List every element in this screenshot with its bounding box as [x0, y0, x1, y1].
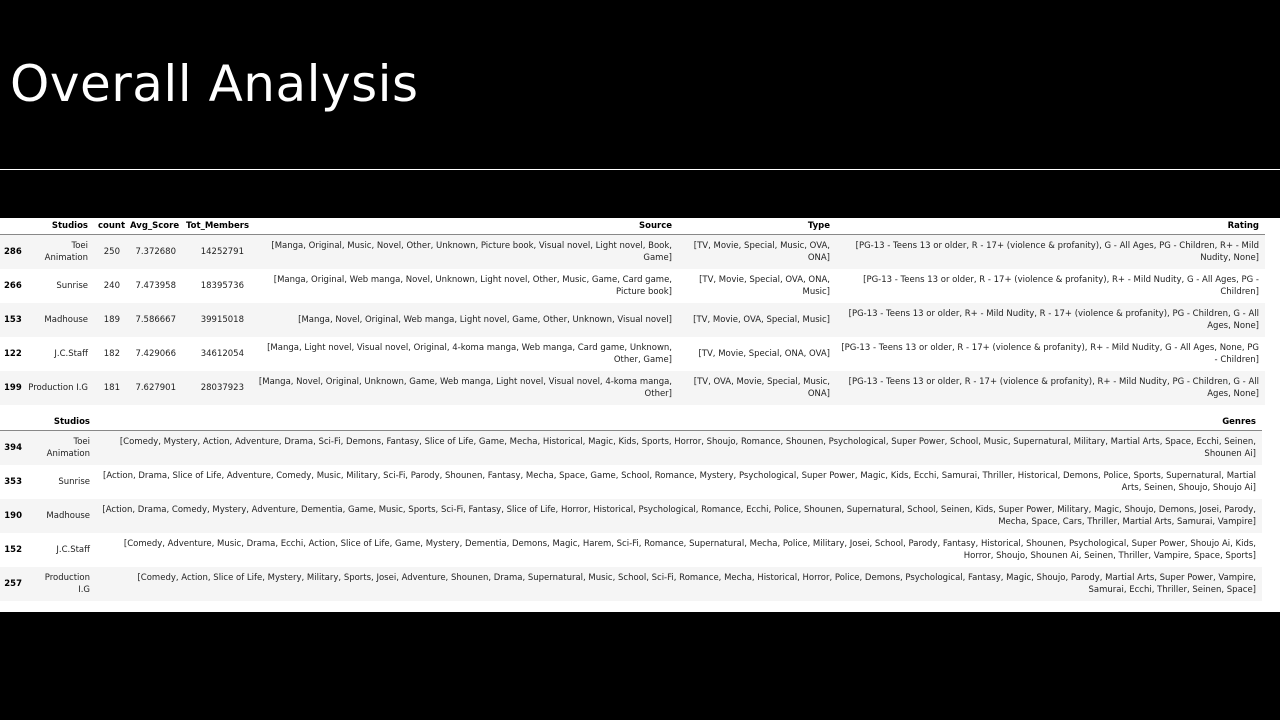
table-row: 257 Production I.G [Comedy, Action, Slic…	[0, 567, 1262, 601]
genres-cell: [Action, Drama, Comedy, Mystery, Adventu…	[102, 505, 1256, 527]
count-cell: 181	[103, 383, 120, 393]
rating-cell: [PG-13 - Teens 13 or older, R - 17+ (vio…	[863, 275, 1259, 297]
table-header-row: Studios count Avg_Score Tot_Members Sour…	[0, 218, 1265, 235]
table-row: 199 Production I.G 181 7.627901 28037923…	[0, 371, 1265, 405]
genres-cell: [Comedy, Action, Slice of Life, Mystery,…	[137, 573, 1256, 595]
row-index: 394	[4, 443, 22, 453]
studios-header: Studios	[53, 417, 90, 427]
tot-members-cell: 14252791	[200, 247, 244, 257]
rating-cell: [PG-13 - Teens 13 or older, R+ - Mild Nu…	[848, 309, 1259, 331]
row-index: 257	[4, 579, 22, 589]
table-row: 394 Toei Animation [Comedy, Mystery, Act…	[0, 430, 1262, 465]
studios-cell: Production I.G	[28, 383, 88, 393]
avg-score-cell: 7.627901	[135, 383, 176, 393]
row-index: 353	[4, 477, 22, 487]
title-divider	[0, 169, 1280, 170]
table-row: 353 Sunrise [Action, Drama, Slice of Lif…	[0, 465, 1262, 499]
studios-cell: Sunrise	[56, 281, 88, 291]
tot-members-header: Tot_Members	[186, 221, 250, 231]
index-header	[0, 218, 24, 235]
rating-cell: [PG-13 - Teens 13 or older, R - 17+ (vio…	[848, 377, 1259, 399]
source-header: Source	[638, 221, 672, 231]
studios-cell: Sunrise	[58, 477, 90, 487]
avg-score-cell: 7.473958	[135, 281, 176, 291]
studios-cell: J.C.Staff	[56, 545, 90, 555]
table-row: 190 Madhouse [Action, Drama, Comedy, Mys…	[0, 499, 1262, 533]
row-index: 199	[4, 383, 22, 393]
slide-title: Overall Analysis	[10, 55, 419, 113]
studio-summary-table: Studios count Avg_Score Tot_Members Sour…	[0, 218, 1265, 405]
count-cell: 250	[103, 247, 120, 257]
genres-cell: [Action, Drama, Slice of Life, Adventure…	[103, 471, 1256, 493]
table-row: 266 Sunrise 240 7.473958 18395736 [Manga…	[0, 269, 1265, 303]
avg-score-cell: 7.429066	[135, 349, 176, 359]
tot-members-cell: 28037923	[200, 383, 244, 393]
count-cell: 182	[103, 349, 120, 359]
rating-cell: [PG-13 - Teens 13 or older, R - 17+ (vio…	[855, 241, 1259, 263]
type-cell: [TV, OVA, Movie, Special, Music, ONA]	[693, 377, 830, 399]
source-cell: [Manga, Novel, Original, Web manga, Ligh…	[298, 315, 672, 325]
source-cell: [Manga, Novel, Original, Unknown, Game, …	[258, 377, 672, 399]
type-header: Type	[807, 221, 830, 231]
count-header: count	[98, 221, 126, 231]
tot-members-cell: 39915018	[200, 315, 244, 325]
studios-header: Studios	[51, 221, 88, 231]
row-index: 152	[4, 545, 22, 555]
genres-cell: [Comedy, Adventure, Music, Drama, Ecchi,…	[123, 539, 1256, 561]
table-row: 153 Madhouse 189 7.586667 39915018 [Mang…	[0, 303, 1265, 337]
table-header-row: Studios Genres	[0, 414, 1262, 431]
studios-cell: Production I.G	[44, 573, 90, 595]
source-cell: [Manga, Original, Web manga, Novel, Unkn…	[273, 275, 672, 297]
studios-cell: Madhouse	[46, 511, 90, 521]
avg-score-cell: 7.586667	[135, 315, 176, 325]
row-index: 153	[4, 315, 22, 325]
count-cell: 240	[103, 281, 120, 291]
tot-members-cell: 34612054	[200, 349, 244, 359]
row-index: 190	[4, 511, 22, 521]
row-index: 122	[4, 349, 22, 359]
type-cell: [TV, Movie, OVA, Special, Music]	[693, 315, 830, 325]
index-header	[0, 414, 28, 431]
source-cell: [Manga, Original, Music, Novel, Other, U…	[271, 241, 672, 263]
row-index: 286	[4, 247, 22, 257]
count-cell: 189	[103, 315, 120, 325]
genres-header: Genres	[1222, 417, 1256, 427]
table-row: 152 J.C.Staff [Comedy, Adventure, Music,…	[0, 533, 1262, 567]
studios-cell: Toei Animation	[44, 241, 88, 263]
avg-score-cell: 7.372680	[135, 247, 176, 257]
source-cell: [Manga, Light novel, Visual novel, Origi…	[267, 343, 672, 365]
studios-cell: Madhouse	[44, 315, 88, 325]
avg-score-header: Avg_Score	[130, 221, 180, 231]
studios-cell: J.C.Staff	[54, 349, 88, 359]
type-cell: [TV, Movie, Special, ONA, OVA]	[698, 349, 830, 359]
type-cell: [TV, Movie, Special, OVA, ONA, Music]	[699, 275, 830, 297]
studio-genres-table: Studios Genres 394 Toei Animation [Comed…	[0, 414, 1262, 601]
rating-cell: [PG-13 - Teens 13 or older, R - 17+ (vio…	[841, 343, 1259, 365]
studios-cell: Toei Animation	[46, 437, 90, 459]
genres-cell: [Comedy, Mystery, Action, Adventure, Dra…	[119, 437, 1256, 459]
table-row: 122 J.C.Staff 182 7.429066 34612054 [Man…	[0, 337, 1265, 371]
rating-header: Rating	[1227, 221, 1259, 231]
row-index: 266	[4, 281, 22, 291]
type-cell: [TV, Movie, Special, Music, OVA, ONA]	[693, 241, 830, 263]
tot-members-cell: 18395736	[200, 281, 244, 291]
table-row: 286 Toei Animation 250 7.372680 14252791…	[0, 234, 1265, 269]
